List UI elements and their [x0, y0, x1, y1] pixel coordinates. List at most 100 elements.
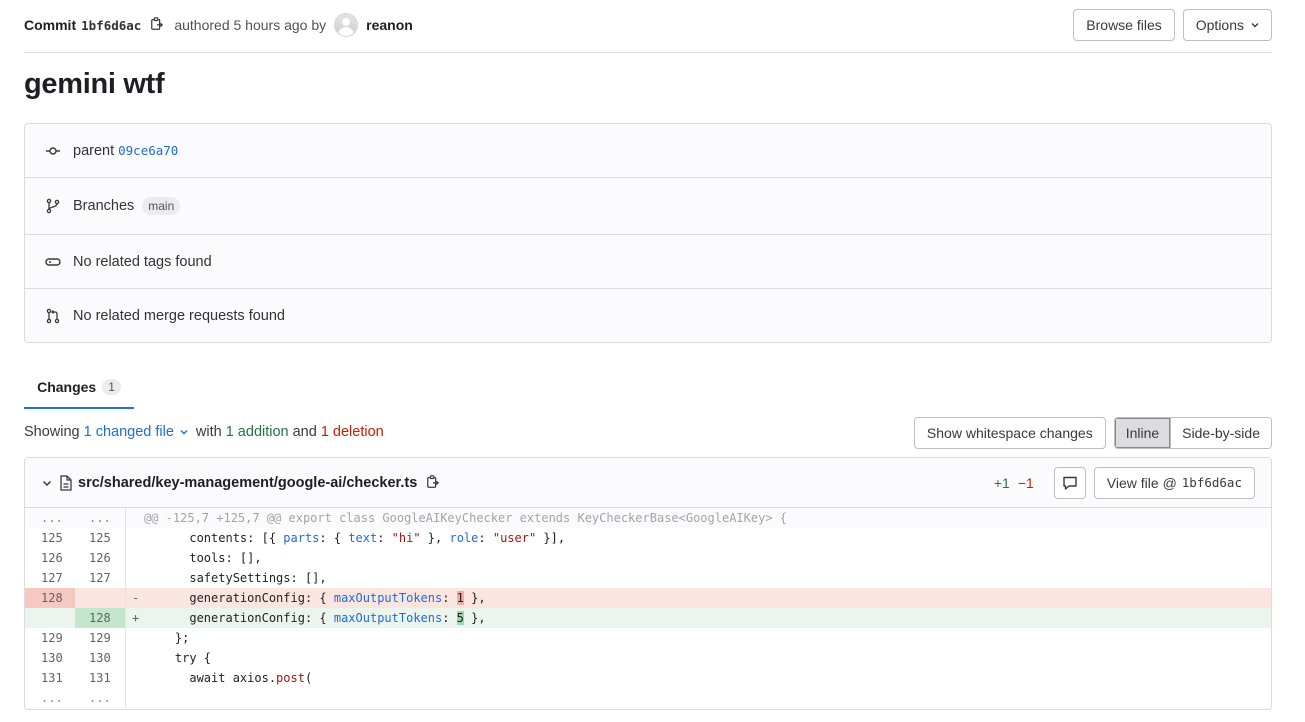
diff-file-header: src/shared/key-management/google-ai/chec… — [25, 458, 1271, 508]
diff-view-controls: Show whitespace changes Inline Side-by-s… — [913, 417, 1272, 449]
inline-view-button[interactable]: Inline — [1114, 418, 1171, 448]
branch-icon — [45, 198, 61, 214]
diff-line: 130 130 try { — [25, 648, 1271, 668]
diff-line: 125 125 contents: [{ parts: { text: "hi"… — [25, 528, 1271, 548]
and-text: and — [292, 424, 317, 440]
commit-sha: 1bf6d6ac — [81, 17, 142, 33]
diff-lines: ... ... @@ -125,7 +125,7 @@ export class… — [25, 508, 1271, 708]
code-content — [126, 688, 1271, 708]
diff-line-removed: 128 - generationConfig: { maxOutputToken… — [25, 588, 1271, 608]
commit-label: Commit — [24, 17, 77, 33]
hunk-header-line: ... ... @@ -125,7 +125,7 @@ export class… — [25, 508, 1271, 528]
old-line-number[interactable]: 127 — [25, 568, 75, 588]
view-mode-toggle: Inline Side-by-side — [1113, 417, 1272, 449]
chevron-down-icon — [1251, 23, 1259, 28]
code-content: - generationConfig: { maxOutputTokens: 1… — [132, 591, 486, 605]
old-line-number: ... — [41, 511, 63, 525]
tab-changes[interactable]: Changes 1 — [24, 366, 134, 409]
with-text: with — [195, 424, 222, 440]
tags-text: No related tags found — [73, 253, 212, 270]
page-title: gemini wtf — [24, 68, 165, 100]
options-label: Options — [1195, 17, 1244, 33]
file-actions: +1 −1 View file @ 1bf6d6ac — [993, 466, 1255, 499]
changed-files-label: 1 changed file — [83, 424, 174, 440]
additions-count: 1 addition — [225, 424, 289, 440]
showing-prefix: Showing — [24, 424, 80, 440]
commit-info-panel: parent 09ce6a70 Branches main No related… — [24, 123, 1272, 343]
file-path[interactable]: src/shared/key-management/google-ai/chec… — [78, 475, 417, 491]
tag-icon — [45, 254, 61, 270]
parent-sha-link[interactable]: 09ce6a70 — [118, 143, 178, 158]
header-actions: Browse files Options — [1073, 9, 1272, 41]
parent-label: parent — [73, 142, 115, 159]
new-line-number[interactable] — [75, 588, 125, 608]
file-icon — [59, 474, 73, 491]
copy-sha-icon[interactable] — [150, 17, 166, 33]
show-whitespace-button[interactable]: Show whitespace changes — [913, 417, 1106, 449]
new-line-number[interactable]: 130 — [75, 648, 125, 668]
author-name[interactable]: reanon — [366, 17, 413, 33]
merge-requests-row: No related merge requests found — [25, 289, 1271, 342]
tab-changes-label: Changes — [37, 378, 97, 395]
comment-button[interactable] — [1053, 466, 1086, 499]
view-file-button[interactable]: View file @ 1bf6d6ac — [1093, 466, 1255, 499]
old-line-number[interactable]: 129 — [25, 628, 75, 648]
hunk-header: @@ -125,7 +125,7 @@ export class GoogleA… — [144, 511, 787, 525]
diff-line: 131 131 await axios.post( — [25, 668, 1271, 688]
copy-path-icon[interactable] — [426, 474, 442, 491]
deletions-count: 1 deletion — [320, 424, 384, 440]
view-file-sha: 1bf6d6ac — [1181, 475, 1242, 490]
old-line-number[interactable] — [25, 608, 75, 628]
authored-text: authored 5 hours ago by — [174, 17, 327, 33]
code-content: contents: [{ parts: { text: "hi" }, role… — [146, 531, 566, 545]
old-line-number[interactable]: 126 — [25, 548, 75, 568]
merge-requests-text: No related merge requests found — [73, 308, 285, 324]
diff-summary: Showing 1 changed file with 1 addition a… — [24, 424, 384, 440]
old-line-number[interactable]: 131 — [25, 668, 75, 688]
old-line-number[interactable]: 125 — [25, 528, 75, 548]
options-button[interactable]: Options — [1182, 9, 1272, 41]
diff-line: 127 127 safetySettings: [], — [25, 568, 1271, 588]
commit-icon — [45, 143, 61, 159]
collapse-chevron-icon[interactable] — [41, 477, 53, 489]
tags-row: No related tags found — [25, 235, 1271, 289]
changes-count-badge: 1 — [102, 378, 121, 395]
old-line-number: ... — [41, 691, 63, 705]
diff-expand-line[interactable]: ... ... — [25, 688, 1271, 708]
chevron-down-icon — [180, 430, 188, 435]
tabs: Changes 1 — [24, 366, 1272, 409]
diff-file: src/shared/key-management/google-ai/chec… — [24, 457, 1272, 710]
code-content: tools: [], — [146, 551, 262, 565]
file-additions-stat: +1 — [993, 474, 1010, 491]
side-by-side-view-button[interactable]: Side-by-side — [1170, 418, 1271, 448]
code-content: }; — [146, 631, 190, 645]
branch-badge[interactable]: main — [142, 197, 181, 215]
new-line-number[interactable]: 126 — [75, 548, 125, 568]
new-line-number[interactable]: 125 — [75, 528, 125, 548]
avatar[interactable] — [334, 13, 359, 37]
parent-row: parent 09ce6a70 — [25, 124, 1271, 178]
old-line-number[interactable]: 130 — [25, 648, 75, 668]
comment-icon — [1063, 476, 1077, 490]
code-content: safetySettings: [], — [146, 571, 327, 585]
code-content: try { — [146, 651, 212, 665]
branches-row: Branches main — [25, 178, 1271, 235]
commit-header: Commit 1bf6d6ac authored 5 hours ago by … — [24, 9, 1272, 53]
file-deletions-stat: −1 — [1017, 474, 1034, 491]
new-line-number: ... — [89, 511, 111, 525]
merge-request-icon — [45, 308, 61, 324]
diff-line: 126 126 tools: [], — [25, 548, 1271, 568]
changed-files-dropdown[interactable]: 1 changed file — [84, 424, 188, 440]
diff-line-added: 128 + generationConfig: { maxOutputToken… — [25, 608, 1271, 628]
new-line-number[interactable]: 129 — [75, 628, 125, 648]
new-line-number: ... — [89, 691, 111, 705]
code-content: + generationConfig: { maxOutputTokens: 5… — [132, 611, 486, 625]
code-content: await axios.post( — [146, 671, 313, 685]
new-line-number[interactable]: 127 — [75, 568, 125, 588]
new-line-number[interactable]: 131 — [75, 668, 125, 688]
new-line-number[interactable]: 128 — [75, 608, 125, 628]
diff-line: 129 129 }; — [25, 628, 1271, 648]
browse-files-button[interactable]: Browse files — [1073, 9, 1175, 41]
commit-meta: Commit 1bf6d6ac authored 5 hours ago by … — [24, 9, 413, 41]
old-line-number[interactable]: 128 — [25, 588, 75, 608]
